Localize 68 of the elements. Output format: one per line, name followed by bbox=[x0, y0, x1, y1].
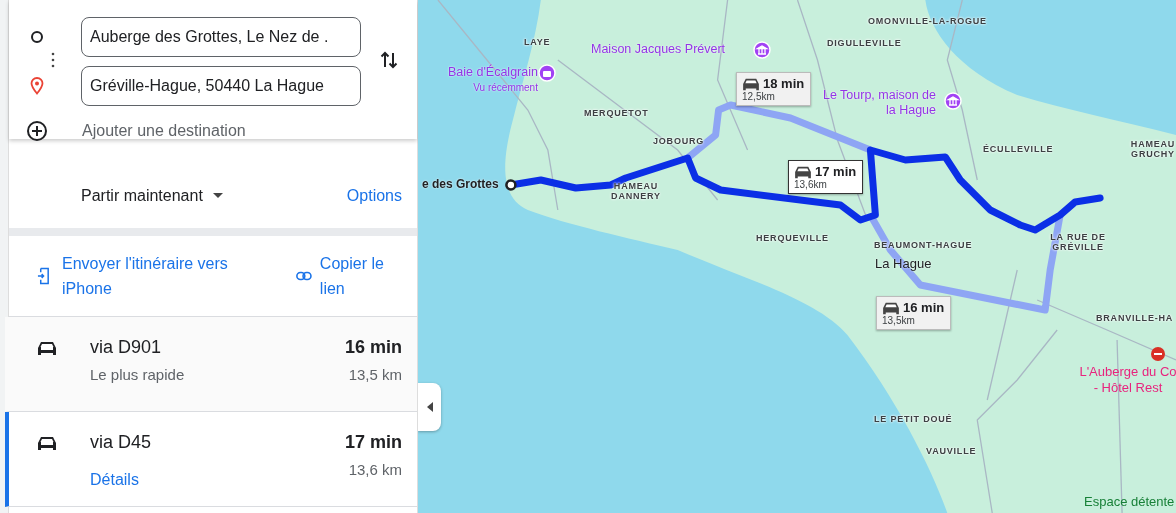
no-entry-icon bbox=[1150, 346, 1166, 362]
museum-pin-icon bbox=[753, 41, 771, 61]
map-label: Espace détente bbox=[1084, 494, 1175, 509]
map-label: Maison Jacques Prévert bbox=[591, 42, 726, 57]
map-label: HAMEAU DANNERY bbox=[610, 181, 662, 201]
bubble-time: 17 min bbox=[815, 164, 857, 179]
route-name: via D901 bbox=[90, 337, 163, 358]
add-icon[interactable] bbox=[26, 120, 48, 142]
map-label: DIGULLEVILLE bbox=[827, 38, 902, 48]
car-icon bbox=[794, 164, 812, 179]
bubble-distance: 12,5km bbox=[742, 91, 776, 102]
route-distance: 13,5 km bbox=[348, 366, 402, 383]
route-name: via D45 bbox=[90, 432, 153, 453]
map-label: BRANVILLE-HA bbox=[1096, 313, 1174, 323]
route-time: 17 min bbox=[344, 432, 402, 453]
map-label: La Hague bbox=[875, 256, 932, 271]
route-option[interactable]: via D901 Le plus rapide 16 min 13,5 km bbox=[5, 317, 417, 412]
map-label: HAMEAU GRUCHY bbox=[1129, 139, 1176, 159]
map-label: Le Tourp, maison de la Hague bbox=[821, 88, 936, 118]
map-label: L'Auberge du Co - Hôtel Rest bbox=[1078, 364, 1176, 396]
destination-field[interactable]: Gréville-Hague, 50440 La Hague bbox=[81, 66, 361, 106]
add-destination-link[interactable]: Ajouter une destination bbox=[82, 122, 246, 140]
map-drawing[interactable] bbox=[418, 0, 1176, 513]
send-to-phone-link[interactable]: Envoyer l'itinéraire vers iPhone bbox=[62, 251, 267, 301]
details-link[interactable]: Détails bbox=[90, 471, 345, 489]
caret-icon bbox=[212, 192, 223, 199]
origin-circle-icon bbox=[30, 30, 44, 44]
museum-pin-icon bbox=[944, 92, 962, 112]
route-distance: 13,6 km bbox=[348, 461, 402, 478]
map-label: LA RUE DE GRÉVILLE bbox=[1049, 232, 1107, 252]
map-label: MERQUETOT bbox=[584, 108, 649, 118]
route-time: 16 min bbox=[344, 337, 402, 358]
bubble-distance: 13,6km bbox=[794, 179, 828, 190]
map-label: LE PETIT DOUÉ bbox=[874, 414, 953, 424]
recently-viewed-note: Vu récemment bbox=[472, 81, 538, 95]
car-icon bbox=[37, 339, 57, 357]
car-icon bbox=[37, 434, 57, 452]
map-label: HERQUEVILLE bbox=[756, 233, 829, 243]
map-label: OMONVILLE-LA-ROGUE bbox=[868, 16, 987, 26]
camera-pin-icon bbox=[538, 64, 556, 84]
bubble-distance: 13,5km bbox=[882, 315, 916, 326]
route-option[interactable]: via D45 Détails 17 min 13,6 km bbox=[5, 412, 417, 507]
bubble-time: 16 min bbox=[903, 300, 945, 315]
depart-time-dropdown[interactable]: Partir maintenant bbox=[81, 186, 223, 205]
route-time-bubble[interactable]: 17 min 13,6km bbox=[788, 160, 864, 194]
route-time-bubble[interactable]: 18 min 12,5km bbox=[736, 72, 812, 106]
map-label: Baie d'Écalgrain Vu récemment bbox=[448, 65, 538, 95]
map-label: ÉCULLEVILLE bbox=[983, 144, 1054, 154]
car-icon bbox=[882, 300, 900, 315]
map-label: LAYE bbox=[524, 37, 551, 47]
origin-field[interactable]: Auberge des Grottes, Le Nez de . bbox=[81, 17, 361, 57]
dots-icon bbox=[51, 52, 55, 68]
link-icon bbox=[296, 271, 312, 281]
route-note: Le plus rapide bbox=[90, 366, 186, 383]
options-button[interactable]: Options bbox=[346, 186, 402, 205]
bubble-time: 18 min bbox=[763, 76, 805, 91]
swap-icon[interactable] bbox=[380, 50, 398, 70]
caret-left-icon bbox=[426, 402, 433, 412]
map-label: e des Grottes bbox=[422, 177, 499, 191]
location-pin-icon bbox=[30, 77, 44, 95]
map-label: JOBOURG bbox=[653, 136, 705, 146]
route-time-bubble[interactable]: 16 min 13,5km bbox=[876, 296, 952, 330]
map-label: BEAUMONT-HAGUE bbox=[874, 240, 973, 250]
car-icon bbox=[742, 76, 760, 91]
copy-link[interactable]: Copier le lien bbox=[319, 251, 402, 301]
send-to-phone-icon bbox=[37, 266, 51, 286]
collapse-panel-button[interactable] bbox=[418, 383, 441, 431]
map-label: VAUVILLE bbox=[926, 446, 977, 456]
